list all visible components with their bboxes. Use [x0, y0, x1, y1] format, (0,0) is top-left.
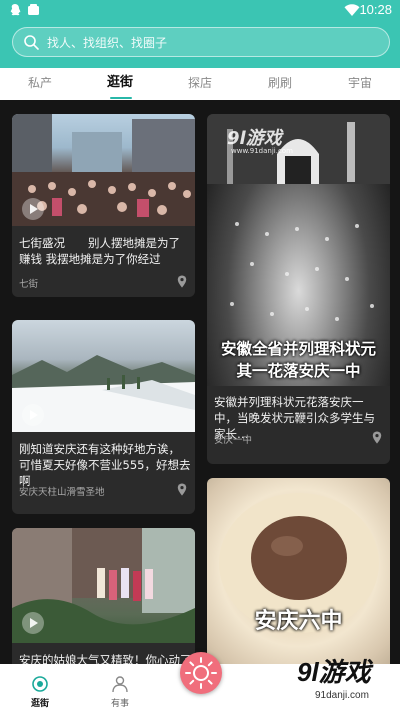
person-icon	[112, 676, 128, 693]
site-watermark: 9l游戏 91danji.com	[225, 648, 400, 710]
location-pin-icon	[372, 431, 382, 444]
status-bar: 10:28	[0, 0, 400, 22]
card-title: 安庆的姑娘大气又精致！你心动了	[19, 653, 192, 664]
food-closeup-scene	[219, 493, 379, 633]
nav-shopping[interactable]: 逛街	[0, 664, 80, 710]
clock: 10:28	[359, 2, 392, 17]
watermark-url: 91danji.com	[315, 690, 369, 701]
feed-card[interactable]: 安庆的姑娘大气又精致！你心动了	[12, 528, 195, 664]
feed-card[interactable]: 9l游戏 www.91danji.com 安徽全省并列理科状元 其一花落安庆一中…	[207, 114, 390, 464]
card-image: 安庆六中	[207, 478, 390, 664]
search-placeholder: 找人、找组织、找圈子	[47, 36, 168, 50]
feed[interactable]: 七街盛况 别人摆地摊是为了赚钱 我摆地摊是为了你经过 七街 9l游戏 www.9…	[0, 100, 400, 664]
play-icon[interactable]	[22, 404, 44, 426]
feed-card[interactable]: 七街盛况 别人摆地摊是为了赚钱 我摆地摊是为了你经过 七街	[12, 114, 195, 297]
tab-universe[interactable]: 宇宙	[320, 68, 400, 100]
tab-private[interactable]: 私产	[0, 68, 80, 100]
nav-shopping-label: 逛街	[30, 699, 49, 709]
play-icon[interactable]	[22, 612, 44, 634]
tab-browse[interactable]: 刷刷	[240, 68, 320, 100]
card-location-tag: 安庆一中	[214, 435, 253, 446]
card-location-tag: 安庆天柱山滑雪圣地	[19, 487, 105, 498]
app-notification-icon	[28, 4, 39, 15]
tab-explore-shops[interactable]: 探店	[160, 68, 240, 100]
nav-things-label: 有事	[110, 699, 129, 709]
search-input[interactable]: 找人、找组织、找圈子	[12, 27, 390, 57]
qq-icon	[10, 4, 21, 16]
location-pin-icon	[177, 275, 187, 288]
category-tabs: 私产 逛街 探店 刷刷 宇宙	[0, 68, 400, 100]
inset-watermark-url: www.91danji.com	[231, 147, 293, 155]
card-image: 9l游戏 www.91danji.com 安徽全省并列理科状元 其一花落安庆一中	[207, 114, 390, 386]
card-title: 刚知道安庆还有这种好地方诶，可惜夏天好像不营业555，好想去啊	[19, 442, 191, 488]
create-post-button[interactable]	[180, 652, 222, 694]
nav-things[interactable]: 有事	[80, 664, 160, 710]
shopping-icon	[32, 676, 48, 692]
tab-shopping[interactable]: 逛街	[80, 68, 160, 100]
wifi-icon	[344, 4, 360, 16]
active-tab-indicator	[110, 97, 132, 99]
location-pin-icon	[177, 483, 187, 496]
sun-icon	[185, 657, 217, 689]
card-overlay-caption: 安徽全省并列理科状元 其一花落安庆一中	[220, 340, 376, 380]
watermark-logo: 9l游戏	[297, 657, 371, 687]
top-header: 10:28 找人、找组织、找圈子	[0, 0, 400, 68]
search-icon	[24, 35, 39, 50]
card-overlay-caption: 安庆六中	[254, 609, 343, 634]
card-location-tag: 七街	[19, 279, 39, 290]
feed-card[interactable]: 安庆六中	[207, 478, 390, 664]
play-icon[interactable]	[22, 198, 44, 220]
feed-card[interactable]: 刚知道安庆还有这种好地方诶，可惜夏天好像不营业555，好想去啊 安庆天柱山滑雪圣…	[12, 320, 195, 514]
card-title: 七街盛况 别人摆地摊是为了赚钱 我摆地摊是为了你经过	[19, 236, 180, 266]
